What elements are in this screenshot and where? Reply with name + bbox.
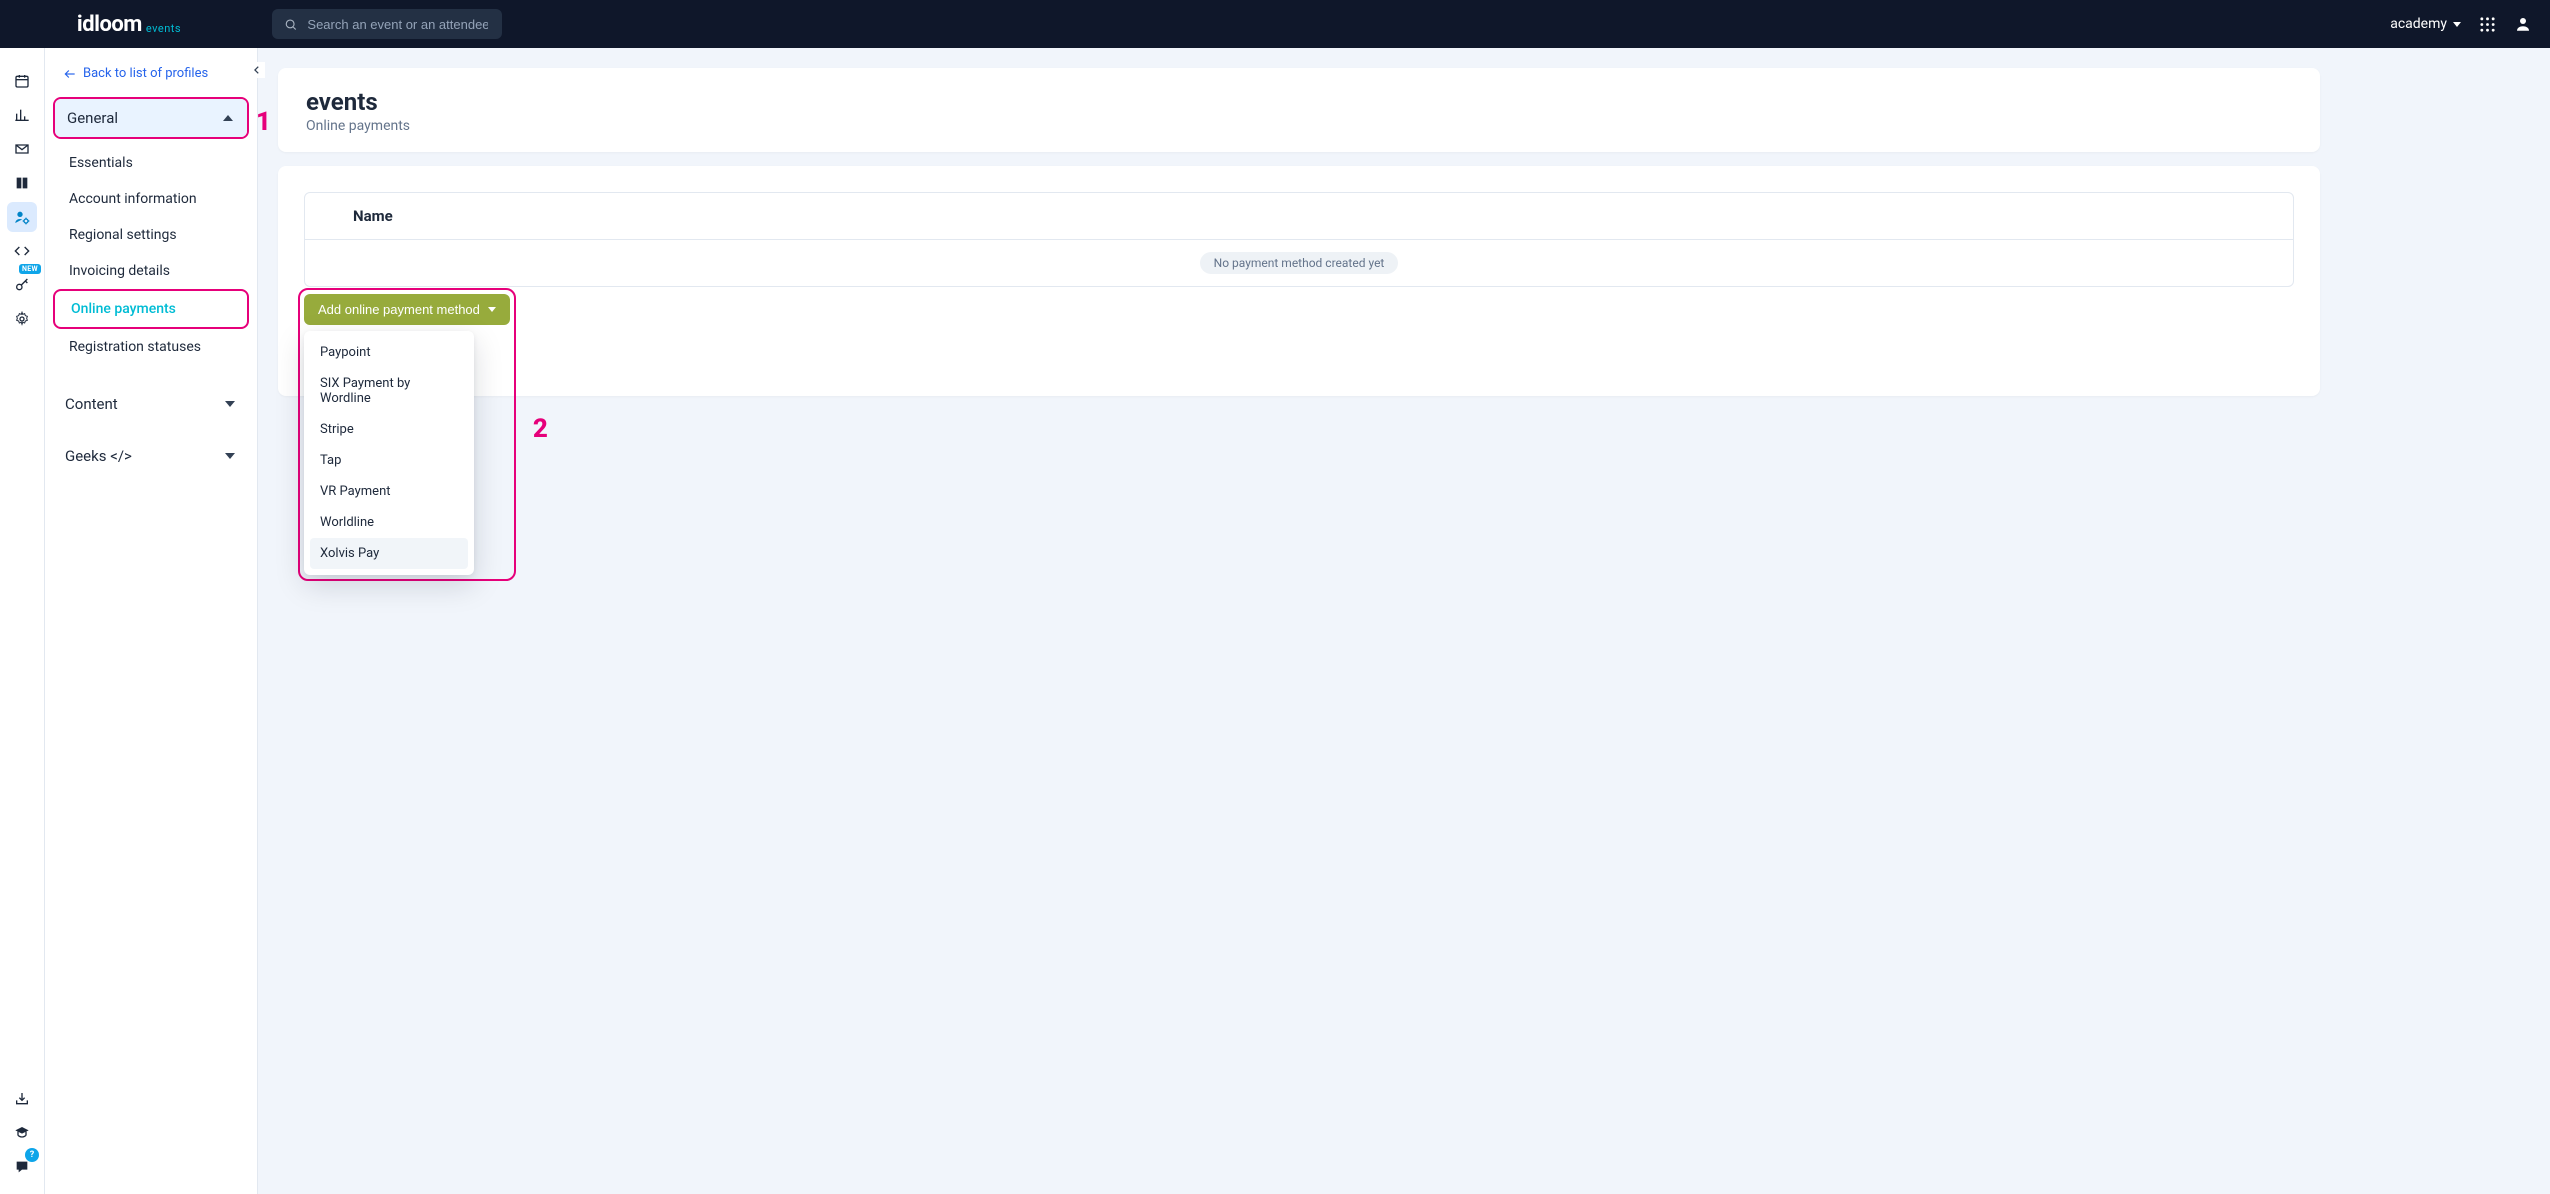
secondary-nav: Back to list of profiles 1 General Essen… bbox=[45, 48, 258, 1194]
search-box[interactable] bbox=[272, 9, 502, 39]
section-general-label: General bbox=[67, 109, 118, 127]
rail-profile-settings[interactable] bbox=[7, 202, 37, 232]
add-payment-method-label: Add online payment method bbox=[318, 302, 480, 317]
payment-methods-table: Name No payment method created yet bbox=[304, 192, 2294, 287]
chevron-down-icon bbox=[223, 449, 237, 463]
subnav-account-information[interactable]: Account information bbox=[53, 181, 249, 217]
rail-docs[interactable] bbox=[7, 168, 37, 198]
table-header-name: Name bbox=[353, 207, 393, 225]
chevron-down-icon bbox=[223, 397, 237, 411]
back-link-label: Back to list of profiles bbox=[83, 66, 208, 81]
dropdown-item-six-payment[interactable]: SIX Payment by Wordline bbox=[310, 368, 468, 414]
section-general-toggle[interactable]: General bbox=[55, 99, 247, 137]
rail-keys[interactable]: NEW bbox=[7, 270, 37, 300]
table-header: Name bbox=[305, 193, 2293, 239]
general-sub-list: Essentials Account information Regional … bbox=[45, 139, 257, 371]
brand-logo[interactable]: idloom events bbox=[0, 12, 258, 37]
page-title: events bbox=[306, 88, 2292, 116]
account-menu-button[interactable]: academy bbox=[2390, 16, 2461, 32]
subnav-registration-statuses[interactable]: Registration statuses bbox=[53, 329, 249, 365]
user-profile-button[interactable] bbox=[2514, 15, 2532, 33]
caret-down-icon bbox=[488, 307, 496, 312]
rail-reports[interactable] bbox=[7, 100, 37, 130]
rail-settings[interactable] bbox=[7, 304, 37, 334]
chevron-down-icon bbox=[2453, 22, 2461, 27]
main-content: events Online payments Name No payment m… bbox=[258, 48, 2550, 1194]
dropdown-item-tap[interactable]: Tap bbox=[310, 445, 468, 476]
new-badge: NEW bbox=[19, 264, 41, 274]
dropdown-item-xolvis-pay[interactable]: Xolvis Pay bbox=[310, 538, 468, 569]
apps-grid-button[interactable] bbox=[2479, 16, 2496, 33]
callout-2-number: 2 bbox=[533, 414, 548, 444]
table-empty-row: No payment method created yet bbox=[305, 239, 2293, 286]
rail-code[interactable] bbox=[7, 236, 37, 266]
rail-help[interactable]: ? bbox=[7, 1152, 37, 1182]
page-subtitle: Online payments bbox=[306, 118, 2292, 134]
rail-calendar[interactable] bbox=[7, 66, 37, 96]
icon-rail: NEW ? bbox=[0, 48, 45, 1194]
topbar: idloom events academy bbox=[0, 0, 2550, 48]
rail-checkin[interactable] bbox=[7, 1084, 37, 1114]
callout-dropdown: 2 Add online payment method Paypoint SIX… bbox=[298, 288, 516, 581]
dropdown-wrap: 2 Add online payment method Paypoint SIX… bbox=[298, 288, 516, 581]
brand-suffix: events bbox=[146, 22, 181, 35]
arrow-left-icon bbox=[63, 67, 77, 81]
subnav-invoicing-details[interactable]: Invoicing details bbox=[53, 253, 249, 289]
rail-mail[interactable] bbox=[7, 134, 37, 164]
subnav-essentials[interactable]: Essentials bbox=[53, 145, 249, 181]
subnav-regional-settings[interactable]: Regional settings bbox=[53, 217, 249, 253]
search-icon bbox=[284, 17, 297, 32]
dropdown-item-paypoint[interactable]: Paypoint bbox=[310, 337, 468, 368]
account-label: academy bbox=[2390, 16, 2447, 32]
search-input[interactable] bbox=[305, 16, 490, 33]
content-card: Name No payment method created yet 2 Add… bbox=[278, 166, 2320, 396]
subnav-online-payments[interactable]: Online payments bbox=[53, 289, 249, 329]
page-header-card: events Online payments bbox=[278, 68, 2320, 152]
rail-academy[interactable] bbox=[7, 1118, 37, 1148]
section-geeks-label: Geeks </> bbox=[65, 447, 132, 465]
section-content-toggle[interactable]: Content bbox=[53, 385, 249, 423]
collapse-nav-button[interactable] bbox=[249, 62, 265, 78]
back-to-profiles-link[interactable]: Back to list of profiles bbox=[45, 62, 257, 97]
section-content-label: Content bbox=[65, 395, 118, 413]
chevron-up-icon bbox=[221, 111, 235, 125]
add-payment-method-button[interactable]: Add online payment method bbox=[304, 294, 510, 325]
callout-general-section: 1 General bbox=[53, 97, 249, 139]
brand-name: idloom bbox=[77, 12, 142, 37]
help-badge: ? bbox=[25, 1148, 39, 1162]
empty-state-pill: No payment method created yet bbox=[1200, 252, 1399, 274]
section-geeks-toggle[interactable]: Geeks </> bbox=[53, 437, 249, 475]
dropdown-item-worldline[interactable]: Worldline bbox=[310, 507, 468, 538]
payment-method-dropdown-menu: Paypoint SIX Payment by Wordline Stripe … bbox=[304, 331, 474, 575]
callout-1-number: 1 bbox=[256, 107, 271, 137]
dropdown-item-vr-payment[interactable]: VR Payment bbox=[310, 476, 468, 507]
dropdown-item-stripe[interactable]: Stripe bbox=[310, 414, 468, 445]
